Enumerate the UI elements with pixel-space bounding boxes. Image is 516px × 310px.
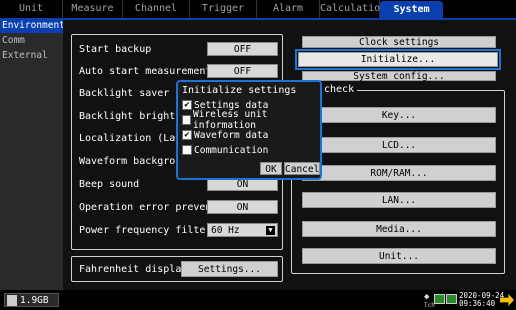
sidebar-item-environment[interactable]: Environment	[0, 18, 65, 33]
tab-channel[interactable]: Channel	[123, 0, 190, 18]
monitor-icon	[446, 294, 457, 304]
checkbox-wireless-unit[interactable]	[182, 115, 191, 125]
system-check-label: check	[321, 84, 358, 95]
datetime: 2020-09-24 09:36:40	[459, 292, 504, 308]
unit-check-button[interactable]: Unit...	[302, 248, 496, 264]
option-wireless-unit[interactable]: Wireless unit information	[182, 109, 318, 131]
chevron-down-icon: ▼	[266, 226, 275, 235]
beep-sound-label: Beep sound	[79, 179, 140, 190]
tab-alarm[interactable]: Alarm	[257, 0, 320, 18]
lan-check-button[interactable]: LAN...	[302, 192, 496, 208]
drive-indicator[interactable]: 1.9GB	[4, 293, 59, 307]
key-check-button[interactable]: Key...	[302, 107, 496, 123]
system-config-button[interactable]: System config...	[302, 71, 496, 81]
tab-measure[interactable]: Measure	[63, 0, 123, 18]
tab-calculation[interactable]: Calculation	[320, 0, 386, 18]
op-error-value[interactable]: ON	[207, 200, 278, 214]
tab-trigger[interactable]: Trigger	[190, 0, 257, 18]
option-label: Waveform data	[194, 129, 269, 141]
sidebar: Environment Comm External	[0, 18, 65, 290]
clock-settings-button[interactable]: Clock settings	[302, 36, 496, 48]
checkbox-settings-data[interactable]: ✔	[182, 100, 192, 110]
sidebar-item-comm[interactable]: Comm	[0, 33, 63, 48]
media-check-button[interactable]: Media...	[302, 221, 496, 237]
initialize-dialog: Initialize settings ✔ Settings data Wire…	[176, 80, 322, 180]
option-waveform-data[interactable]: ✔ Waveform data	[182, 129, 318, 141]
backlight-saver-label: Backlight saver	[79, 88, 170, 99]
option-label: Wireless unit information	[193, 109, 268, 131]
auto-start-value[interactable]: OFF	[207, 64, 278, 78]
power-freq-label: Power frequency filter	[79, 225, 212, 236]
start-backup-value[interactable]: OFF	[207, 42, 278, 56]
status-bar: 1.9GB ◆ Tch 2020-09-24 09:36:40	[0, 290, 516, 310]
lcd-check-button[interactable]: LCD...	[302, 137, 496, 153]
checkbox-waveform-data[interactable]: ✔	[182, 130, 192, 140]
initialize-button[interactable]: Initialize...	[295, 49, 501, 70]
tch-label: Tch	[424, 302, 435, 309]
fahrenheit-label: Fahrenheit display	[79, 264, 188, 275]
fahrenheit-settings-button[interactable]: Settings...	[181, 261, 278, 277]
storage-icon	[7, 295, 17, 306]
tab-bar: Unit Measure Channel Trigger Alarm Calcu…	[0, 0, 516, 18]
dialog-title: Initialize settings	[182, 85, 297, 96]
auto-start-label: Auto start measurement	[79, 66, 212, 77]
checkbox-communication[interactable]	[182, 145, 192, 155]
sidebar-item-external[interactable]: External	[0, 48, 63, 63]
drive-free-space: 1.9GB	[20, 295, 49, 306]
power-freq-value: 60 Hz	[211, 225, 240, 236]
cancel-button[interactable]: Cancel	[284, 162, 320, 175]
option-label: Communication	[194, 144, 269, 156]
romram-check-button[interactable]: ROM/RAM...	[302, 165, 496, 181]
tab-unit[interactable]: Unit	[0, 0, 63, 18]
monitor-icon	[434, 294, 445, 304]
option-communication[interactable]: Communication	[182, 144, 318, 156]
start-backup-label: Start backup	[79, 44, 152, 55]
ok-button[interactable]: OK	[260, 162, 282, 175]
power-freq-select[interactable]: 60 Hz ▼	[207, 223, 278, 237]
wireless-icon: ◆	[424, 292, 430, 302]
tab-system[interactable]: System	[380, 1, 443, 18]
time-text: 09:36:40	[459, 299, 496, 308]
